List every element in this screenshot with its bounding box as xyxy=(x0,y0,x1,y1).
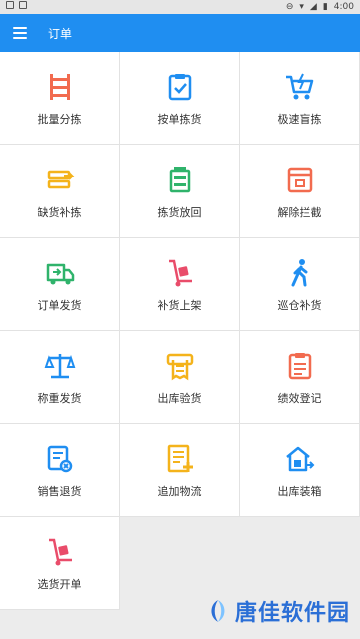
checklist-icon xyxy=(168,74,192,101)
hand-truck-icon xyxy=(49,538,72,566)
document-cancel-icon xyxy=(47,445,73,473)
cabinet-icon xyxy=(169,167,191,193)
signal-icon: ◢ xyxy=(309,2,317,12)
tile-order-shipping[interactable]: 订单发货 xyxy=(0,238,120,331)
tile-label: 选货开单 xyxy=(37,578,82,591)
tile-label: 按单拣货 xyxy=(157,113,202,126)
tile-outbound-inspection[interactable]: 出库验货 xyxy=(120,331,240,424)
tile-select-goods-invoice[interactable]: 选货开单 xyxy=(0,517,120,610)
walking-person-icon xyxy=(291,259,308,287)
tile-weigh-ship[interactable]: 称重发货 xyxy=(0,331,120,424)
tile-label: 出库验货 xyxy=(157,392,202,405)
battery-icon: ▮ xyxy=(322,2,328,12)
warehouse-box-icon xyxy=(286,446,315,472)
tile-patrol-restock[interactable]: 巡仓补货 xyxy=(240,238,360,331)
watermark-logo-icon xyxy=(211,600,225,622)
app-bar: 订单 xyxy=(0,14,360,52)
delivery-truck-icon xyxy=(46,263,75,285)
hand-truck-icon xyxy=(169,259,192,287)
watermark: 唐佳软件园 xyxy=(205,595,350,627)
tile-label: 缺货补拣 xyxy=(37,206,82,219)
clipboard-icon xyxy=(288,353,312,380)
tile-add-logistics[interactable]: 追加物流 xyxy=(120,424,240,517)
tile-label: 追加物流 xyxy=(157,485,202,498)
watermark-text: 唐佳软件园 xyxy=(234,601,350,626)
tile-release-intercept[interactable]: 解除拦截 xyxy=(240,145,360,238)
tile-outbound-packing[interactable]: 出库装箱 xyxy=(240,424,360,517)
tile-label: 解除拦截 xyxy=(277,206,322,219)
tile-pick-return[interactable]: 拣货放回 xyxy=(120,145,240,238)
tile-shortage-repick[interactable]: 缺货补拣 xyxy=(0,145,120,238)
function-grid: 批量分拣 按单拣货 极速盲拣 缺货补拣 拣货放回 解除拦截 订单发货 补货上架 … xyxy=(0,52,360,639)
tile-label: 巡仓补货 xyxy=(277,299,322,312)
shelf-icon xyxy=(50,74,70,100)
package-icon xyxy=(287,167,313,193)
receipt-printer-icon xyxy=(166,353,194,381)
tile-label: 拣货放回 xyxy=(157,206,202,219)
tile-label: 称重发货 xyxy=(37,392,82,405)
tile-pick-by-order[interactable]: 按单拣货 xyxy=(120,52,240,145)
page-title: 订单 xyxy=(48,27,73,41)
cart-lightning-icon xyxy=(286,73,314,100)
notification-icon xyxy=(6,1,14,9)
tile-label: 绩效登记 xyxy=(277,392,322,405)
wifi-icon: ▾ xyxy=(299,2,304,12)
tile-label: 销售退货 xyxy=(37,485,82,498)
do-not-disturb-icon: ⊖ xyxy=(285,2,294,12)
download-icon xyxy=(19,1,27,9)
tile-label: 极速盲拣 xyxy=(277,113,322,126)
tile-label: 订单发货 xyxy=(37,299,82,312)
clock: 4:00 xyxy=(333,2,354,12)
tile-batch-sorting[interactable]: 批量分拣 xyxy=(0,52,120,145)
tile-sales-return[interactable]: 销售退货 xyxy=(0,424,120,517)
tile-label: 出库装箱 xyxy=(277,485,322,498)
tile-label: 批量分拣 xyxy=(37,113,82,126)
tile-label: 补货上架 xyxy=(157,299,202,312)
tile-fast-blind-pick[interactable]: 极速盲拣 xyxy=(240,52,360,145)
document-add-icon xyxy=(167,444,193,473)
status-bar: ⊖ ▾ ◢ ▮ 4:00 xyxy=(0,0,360,14)
balance-scale-icon xyxy=(44,354,76,379)
tile-restock-shelf[interactable]: 补货上架 xyxy=(120,238,240,331)
tile-performance-register[interactable]: 绩效登记 xyxy=(240,331,360,424)
box-stack-icon xyxy=(47,170,75,189)
menu-icon[interactable] xyxy=(13,27,27,39)
